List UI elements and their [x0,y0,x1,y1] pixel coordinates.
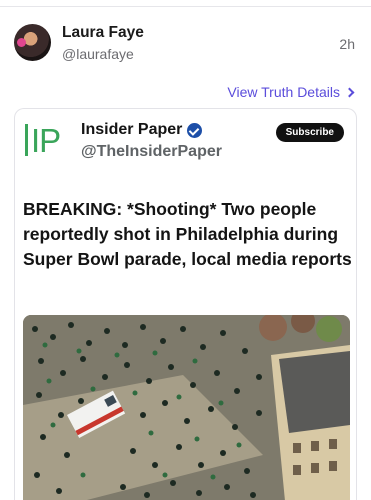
source-name-label: Insider Paper [81,121,183,138]
view-truth-details-link[interactable]: View Truth Details [227,84,355,100]
post-timestamp: 2h [339,36,355,52]
author-name[interactable]: Laura Faye [62,24,144,42]
embedded-post-card[interactable]: IP Insider Paper @TheInsiderPaper Subscr… [14,108,357,500]
logo-bar [25,124,28,156]
source-name[interactable]: Insider Paper [81,121,203,139]
source-logo: IP [25,121,69,159]
news-photo-image [23,315,350,500]
news-photo[interactable] [23,315,350,500]
top-divider [0,6,371,7]
verified-badge-icon [187,122,203,138]
headline: BREAKING: *Shooting* Two people reported… [23,199,352,269]
subscribe-button[interactable]: Subscribe [275,123,344,142]
author-handle[interactable]: @laurafaye [62,46,134,62]
source-handle[interactable]: @TheInsiderPaper [81,143,222,161]
avatar[interactable] [14,24,51,61]
view-truth-details-label: View Truth Details [227,84,340,100]
logo-text: IP [31,121,61,159]
post-header: Laura Faye @laurafaye 2h [14,24,357,64]
chevron-right-icon [344,87,355,97]
